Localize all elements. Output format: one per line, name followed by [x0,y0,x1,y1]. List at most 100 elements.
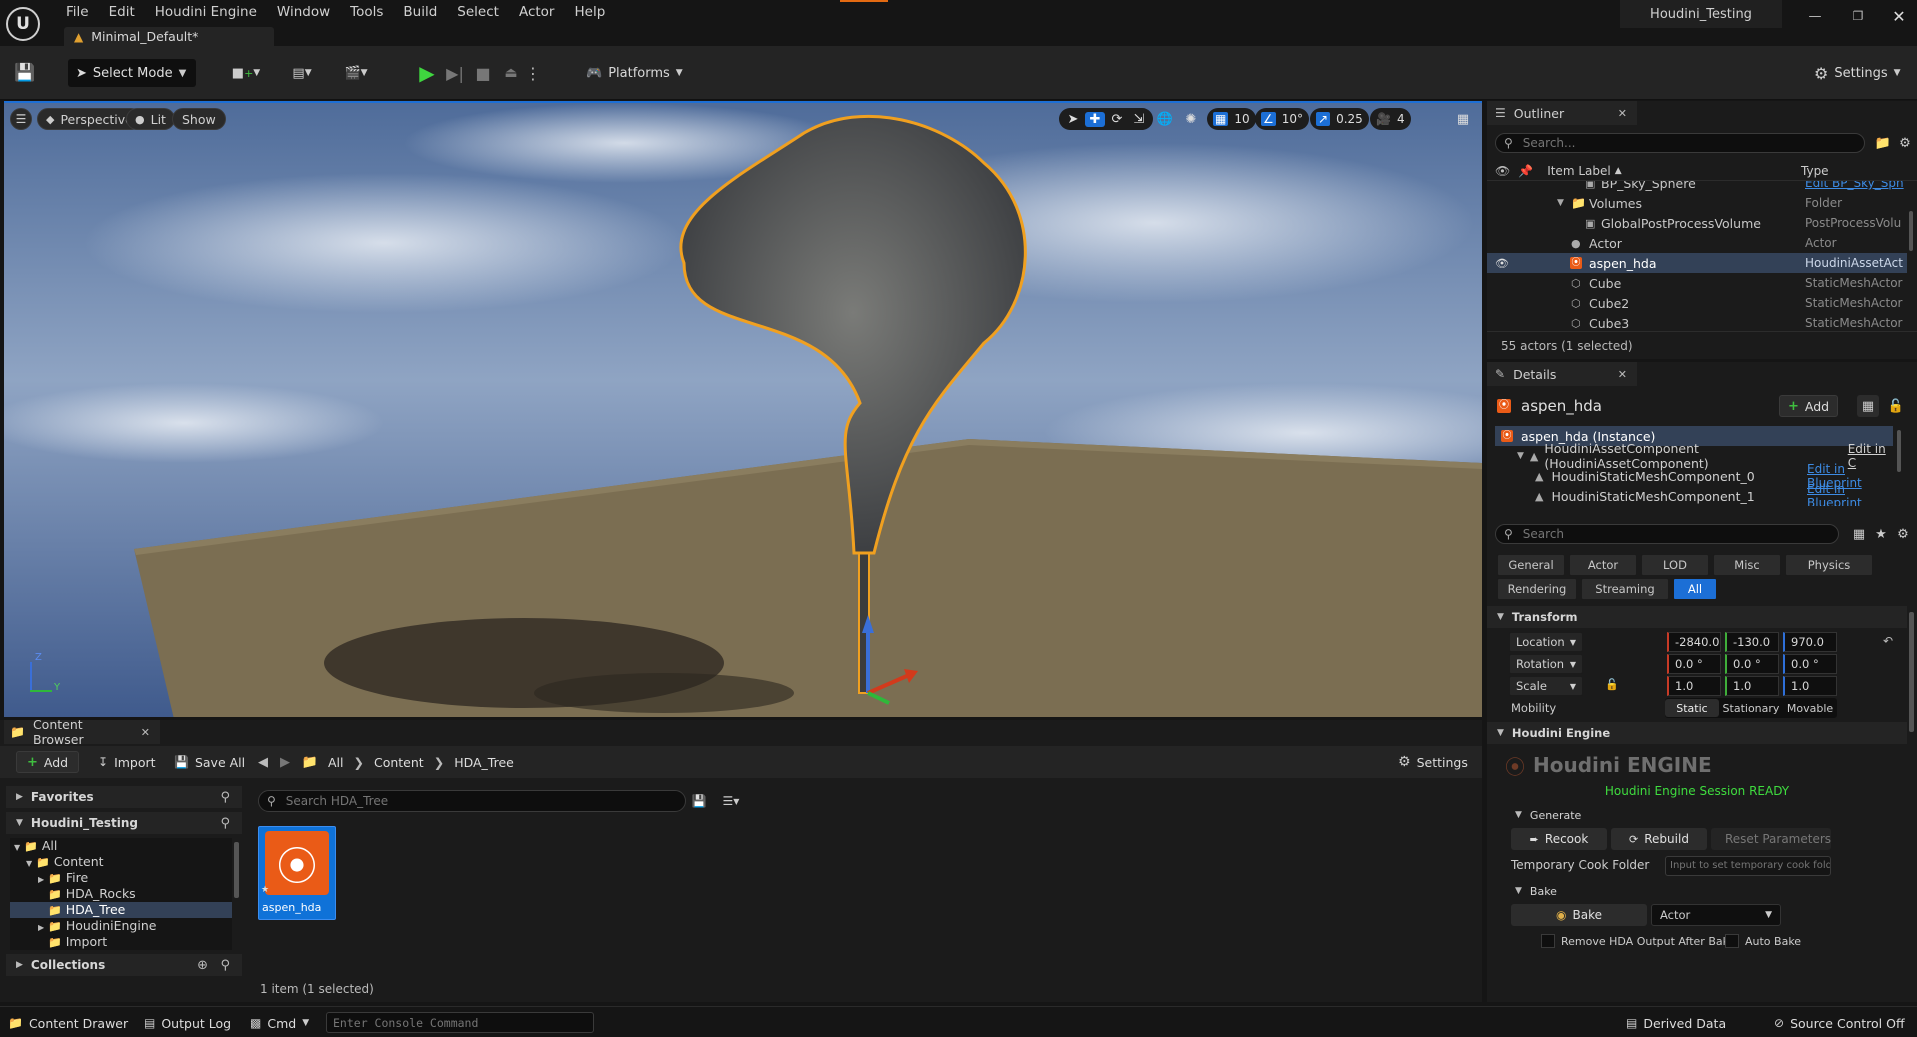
breadcrumb-hda-tree[interactable]: HDA_Tree [454,755,514,770]
close-icon[interactable]: ✕ [1618,107,1627,120]
outliner-row[interactable]: ▣ GlobalPostProcessVolume PostProcessVol… [1487,213,1907,233]
folder-tree-item[interactable]: ▼ 📁 Content [10,854,232,870]
outliner-row[interactable]: ● Actor Actor [1487,233,1907,253]
rotation-z-field[interactable]: 0.0 ° [1783,654,1837,674]
import-button[interactable]: ↧ Import [98,751,156,773]
location-x-field[interactable]: -2840.0 [1667,632,1721,652]
restore-icon[interactable]: ❐ [1843,6,1873,26]
details-search-input[interactable] [1520,526,1825,542]
save-all-button[interactable]: 💾 Save All [174,751,245,773]
asset-tile[interactable]: ⦿ ★ aspen_hda [258,826,336,920]
content-drawer-button[interactable]: 📁 Content Drawer [8,1013,128,1033]
collections-header[interactable]: ▶ Collections ⊕ ⚲ [6,954,242,976]
close-icon[interactable]: ✕ [141,726,150,739]
eject-icon[interactable]: ⏏ [498,60,524,86]
asset-search-input[interactable] [283,793,668,809]
rotate-tool-icon[interactable]: ⟳ [1107,112,1127,127]
step-icon[interactable]: ▶| [442,60,468,86]
outliner-tab[interactable]: ☰ Outliner ✕ [1487,101,1637,125]
bake-header[interactable]: ▼ Bake [1515,882,1557,900]
category-general[interactable]: General [1497,554,1565,576]
lock-icon[interactable]: 🔓 [1885,395,1907,417]
search-icon[interactable]: ⚲ [220,816,230,831]
transform-section-header[interactable]: ▼ Transform [1487,606,1907,628]
category-lod[interactable]: LOD [1641,554,1709,576]
category-actor[interactable]: Actor [1569,554,1637,576]
menu-file[interactable]: File [56,4,99,20]
asset-search[interactable]: ⚲ [258,790,686,812]
reset-parameters-button[interactable]: Reset Parameters [1711,828,1831,850]
breadcrumb-all[interactable]: All [328,755,344,770]
folder-tree-item[interactable]: ▼ 📁 All [10,838,232,854]
table-view-icon[interactable]: ▦ [1849,524,1869,544]
menu-build[interactable]: Build [393,4,447,20]
rotation-snap[interactable]: ∠ 10° [1255,108,1310,130]
category-misc[interactable]: Misc [1713,554,1781,576]
auto-bake-checkbox[interactable] [1725,934,1739,948]
menu-tools[interactable]: Tools [340,4,393,20]
scale-dropdown[interactable]: Scale ▼ [1509,676,1583,696]
details-scrollbar[interactable] [1909,612,1914,732]
houdini-section-header[interactable]: ▼ Houdini Engine [1487,722,1907,744]
platforms-button[interactable]: 🎮 Platforms ▼ [580,60,689,86]
layout-icon[interactable]: ▦ [1452,108,1474,130]
toolbar-settings-button[interactable]: ⚙ Settings ▼ [1814,60,1901,86]
folder-tree-scrollbar[interactable] [234,842,239,898]
bake-button[interactable]: ◉ Bake [1511,904,1647,926]
outliner-row-type[interactable]: Edit BP_Sky_Sph [1805,181,1904,190]
content-browser-tab[interactable]: 📁 Content Browser ✕ [4,717,160,747]
scale-y-field[interactable]: 1.0 [1725,676,1779,696]
remove-output-checkbox[interactable] [1541,934,1555,948]
minimize-icon[interactable]: — [1800,6,1830,26]
menu-houdini-engine[interactable]: Houdini Engine [145,4,267,20]
scale-tool-icon[interactable]: ⇲ [1129,112,1149,127]
viewport-menu-icon[interactable]: ☰ [10,108,32,130]
star-icon[interactable]: ★ [1871,524,1891,544]
col-type[interactable]: Type [1801,164,1829,178]
col-item-label[interactable]: Item Label [1547,164,1611,178]
content-settings-button[interactable]: ⚙ Settings [1398,751,1468,773]
category-streaming[interactable]: Streaming [1581,578,1669,600]
component-scrollbar[interactable] [1897,430,1901,472]
scale-lock-icon[interactable]: 🔓 [1605,678,1619,691]
visibility-eye-icon[interactable]: 👁 [1495,257,1509,270]
stop-icon[interactable]: ■ [470,60,496,86]
location-y-field[interactable]: -130.0 [1725,632,1779,652]
details-search[interactable]: ⚲ [1495,524,1839,544]
outliner-row[interactable]: ⬡ Cube3 StaticMeshActor [1487,313,1907,331]
console-command-field[interactable] [326,1012,595,1033]
remove-output-option[interactable]: Remove HDA Output After Bake [1541,932,1735,950]
save-search-icon[interactable]: 💾 [690,792,708,810]
add-folder-icon[interactable]: 📁 [1873,133,1893,153]
show-button[interactable]: Show [172,108,226,130]
source-control-button[interactable]: ⊘ Source Control Off [1774,1013,1905,1033]
location-dropdown[interactable]: Location ▼ [1509,632,1583,652]
forward-icon[interactable]: ▶ [276,753,294,771]
auto-bake-option[interactable]: Auto Bake [1725,932,1801,950]
folder-tree-item[interactable]: 📁 Import [10,934,232,950]
mobility-stationary[interactable]: Stationary [1719,699,1783,717]
temp-cook-folder-input[interactable] [1666,857,1834,874]
rotation-x-field[interactable]: 0.0 ° [1667,654,1721,674]
save-icon[interactable]: 💾 [12,60,38,86]
play-options-icon[interactable]: ⋮ [525,60,541,86]
add-collection-icon[interactable]: ⊕ [197,958,208,973]
menu-window[interactable]: Window [267,4,340,20]
menu-actor[interactable]: Actor [509,4,565,20]
bake-target-dropdown[interactable]: Actor ▼ [1651,904,1781,926]
outliner-search-input[interactable] [1520,135,1845,151]
category-all[interactable]: All [1673,578,1717,600]
close-icon[interactable]: ✕ [1618,368,1627,381]
rotation-y-field[interactable]: 0.0 ° [1725,654,1779,674]
details-settings-icon[interactable]: ⚙ [1893,524,1913,544]
location-z-field[interactable]: 970.0 [1783,632,1837,652]
content-add-button[interactable]: + Add [16,751,80,773]
translate-tool-icon[interactable]: ✚ [1085,111,1105,127]
back-icon[interactable]: ◀ [254,753,272,771]
blueprint-icon[interactable]: ▤ ▼ [282,61,322,85]
folder-tree-item[interactable]: ▶ 📁 HoudiniEngine [10,918,232,934]
category-rendering[interactable]: Rendering [1497,578,1577,600]
search-icon[interactable]: ⚲ [220,958,230,973]
folder-tree-item-selected[interactable]: 📁 HDA_Tree [10,902,232,918]
scale-snap[interactable]: ↗ 0.25 [1310,108,1369,130]
